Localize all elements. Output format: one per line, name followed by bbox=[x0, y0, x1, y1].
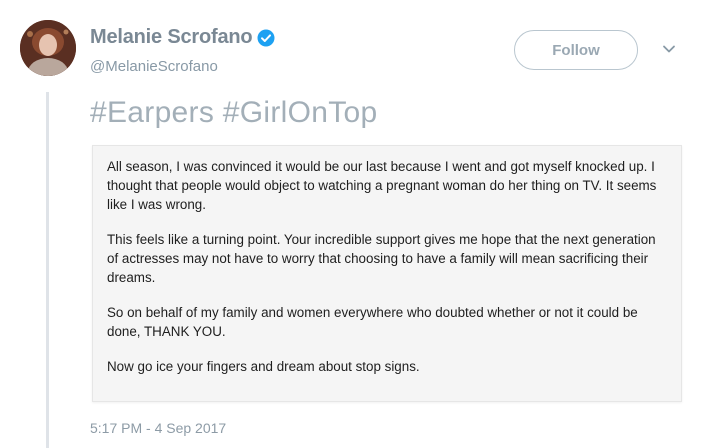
tweet-hashtags[interactable]: #Earpers #GirlOnTop bbox=[90, 96, 378, 130]
display-name[interactable]: Melanie Scrofano bbox=[90, 26, 253, 49]
tweet-timestamp[interactable]: 5:17 PM - 4 Sep 2017 bbox=[90, 420, 226, 436]
verified-badge-icon bbox=[257, 29, 275, 47]
note-paragraph: Now go ice your fingers and dream about … bbox=[107, 359, 420, 374]
author-name-row: Melanie Scrofano bbox=[90, 26, 275, 49]
note-paragraph: This feels like a turning point. Your in… bbox=[107, 232, 656, 285]
thread-line bbox=[46, 92, 49, 448]
follow-button[interactable]: Follow bbox=[514, 30, 638, 70]
avatar[interactable] bbox=[20, 20, 76, 76]
note-paragraph: All season, I was convinced it would be … bbox=[107, 159, 657, 212]
tweet-embed: Melanie Scrofano @MelanieScrofano Follow… bbox=[0, 0, 720, 448]
attached-note-image[interactable]: All season, I was convinced it would be … bbox=[92, 145, 682, 402]
author-handle[interactable]: @MelanieScrofano bbox=[90, 58, 218, 75]
note-paragraph: So on behalf of my family and women ever… bbox=[107, 305, 638, 339]
chevron-down-icon[interactable] bbox=[660, 40, 678, 58]
